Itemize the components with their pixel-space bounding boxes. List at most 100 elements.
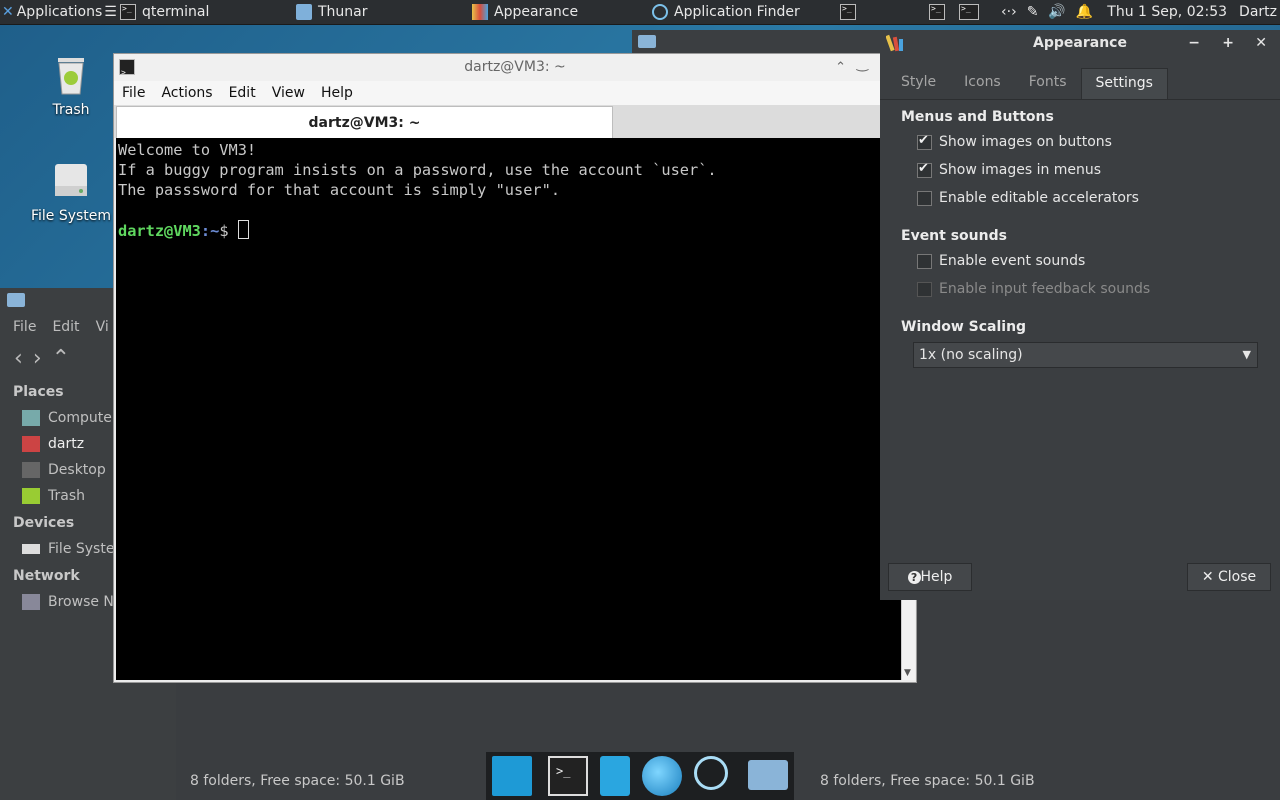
appearance-icon bbox=[885, 33, 906, 53]
close-icon: ✕ bbox=[1201, 569, 1219, 585]
tab-settings[interactable]: Settings bbox=[1080, 68, 1168, 100]
close-icon[interactable]: ✕ bbox=[1255, 30, 1267, 56]
task-application-finder[interactable]: Application Finder bbox=[646, 0, 834, 24]
up-icon[interactable]: ⌃ bbox=[52, 346, 70, 371]
network-icon[interactable]: ‹·› bbox=[1001, 4, 1017, 20]
sidebar-item-computer[interactable]: Compute bbox=[22, 410, 112, 426]
sidebar-item-trash[interactable]: Trash bbox=[22, 488, 85, 504]
fm-menu-file[interactable]: File bbox=[13, 319, 36, 335]
maximize-icon[interactable]: + bbox=[1222, 30, 1234, 56]
checkbox-checked[interactable] bbox=[917, 133, 932, 150]
input-feedback-sounds-option: Enable input feedback sounds bbox=[917, 281, 1150, 297]
user-name[interactable]: Dartz bbox=[1239, 4, 1277, 20]
applications-menu[interactable]: ✕ Applications ☰ bbox=[0, 0, 117, 24]
window-scaling-heading: Window Scaling bbox=[901, 319, 1027, 335]
terminal-icon[interactable]: >_ bbox=[548, 756, 588, 796]
workspace-switcher-icon[interactable] bbox=[959, 4, 980, 20]
menu-edit[interactable]: Edit bbox=[221, 85, 264, 101]
window-scaling-value: 1x (no scaling) bbox=[919, 347, 1023, 363]
task-terminal-extra[interactable] bbox=[834, 0, 868, 24]
task-appearance[interactable]: Appearance bbox=[466, 0, 646, 24]
terminal-window[interactable]: dartz@VM3: ~ ⌃ ‿ ✕ File Actions Edit Vie… bbox=[113, 53, 917, 683]
fm-menu-edit[interactable]: Edit bbox=[52, 319, 79, 335]
background-window-titlebar bbox=[632, 30, 880, 54]
option-label: Enable editable accelerators bbox=[939, 190, 1139, 206]
desktop-trash[interactable]: Trash bbox=[26, 52, 116, 118]
trash-icon bbox=[22, 488, 40, 504]
folder-icon[interactable] bbox=[748, 760, 788, 790]
sidebar-item-dartz[interactable]: dartz bbox=[22, 436, 84, 452]
file-system-label: File System bbox=[30, 208, 112, 224]
app-finder-icon[interactable] bbox=[694, 756, 728, 790]
places-heading: Places bbox=[13, 384, 64, 400]
sidebar-item-desktop[interactable]: Desktop bbox=[22, 462, 106, 478]
close-label: Close bbox=[1218, 569, 1257, 585]
sidebar-item-file-system[interactable]: File Syste bbox=[22, 541, 114, 557]
menus-buttons-heading: Menus and Buttons bbox=[901, 109, 1054, 125]
terminal-icon bbox=[120, 4, 136, 20]
file-manager-icon[interactable] bbox=[600, 756, 630, 796]
menu-help[interactable]: Help bbox=[313, 85, 361, 101]
volume-icon[interactable]: 🔊 bbox=[1048, 4, 1065, 20]
appearance-titlebar[interactable]: Appearance − + ✕ bbox=[880, 30, 1280, 58]
show-images-buttons-option[interactable]: Show images on buttons bbox=[917, 133, 1112, 150]
trash-icon bbox=[49, 52, 93, 96]
show-desktop-icon[interactable] bbox=[492, 756, 532, 796]
scroll-down-icon[interactable]: ▼ bbox=[904, 668, 911, 678]
menu-actions[interactable]: Actions bbox=[153, 85, 220, 101]
window-scaling-select[interactable]: 1x (no scaling) ▼ bbox=[913, 342, 1258, 368]
power-plug-icon[interactable]: ✎ bbox=[1027, 4, 1039, 20]
menu-view[interactable]: View bbox=[264, 85, 313, 101]
status-bar-left: 8 folders, Free space: 50.1 GiB bbox=[190, 773, 405, 789]
task-qterminal[interactable]: qterminal bbox=[114, 0, 290, 24]
text-cursor bbox=[237, 220, 249, 239]
appearance-dialog[interactable]: Appearance − + ✕ Style Icons Fonts Setti… bbox=[880, 30, 1280, 600]
minimize-icon[interactable]: − bbox=[1188, 30, 1200, 56]
drive-icon bbox=[22, 544, 40, 554]
forward-icon[interactable]: › bbox=[33, 346, 42, 371]
xfce-icon: ✕ bbox=[2, 4, 14, 20]
show-images-menus-option[interactable]: Show images in menus bbox=[917, 161, 1101, 178]
network-icon bbox=[22, 594, 40, 610]
back-icon[interactable]: ‹ bbox=[14, 346, 23, 371]
folder-icon bbox=[7, 293, 25, 307]
search-icon bbox=[652, 4, 668, 20]
terminal-tabbar: dartz@VM3: ~ bbox=[114, 105, 916, 138]
tab-divider bbox=[880, 99, 1280, 100]
drive-icon bbox=[49, 158, 93, 202]
tab-fonts[interactable]: Fonts bbox=[1015, 68, 1081, 100]
notification-bell-icon[interactable]: 🔔 bbox=[1076, 4, 1093, 20]
desktop-file-system[interactable]: File System bbox=[26, 158, 116, 224]
task-thunar[interactable]: Thunar bbox=[290, 0, 466, 24]
sidebar-item-label: Browse N bbox=[48, 594, 114, 610]
sidebar-item-label: File Syste bbox=[48, 541, 115, 557]
fm-menu-view[interactable]: Vi bbox=[96, 319, 109, 335]
event-sounds-option[interactable]: Enable event sounds bbox=[917, 253, 1085, 269]
close-button[interactable]: ✕ Close bbox=[1187, 563, 1271, 591]
task-label: Thunar bbox=[318, 4, 368, 20]
appearance-icon bbox=[472, 4, 488, 20]
computer-icon bbox=[22, 410, 40, 426]
terminal-titlebar[interactable]: dartz@VM3: ~ ⌃ ‿ ✕ bbox=[114, 51, 916, 86]
checkbox-checked[interactable] bbox=[917, 161, 932, 178]
clock[interactable]: Thu 1 Sep, 02:53 bbox=[1107, 4, 1227, 20]
terminal-tab[interactable]: dartz@VM3: ~ bbox=[116, 106, 613, 138]
checkbox-unchecked[interactable] bbox=[917, 253, 932, 269]
sidebar-item-browse-network[interactable]: Browse N bbox=[22, 594, 114, 610]
help-button[interactable]: ? Help bbox=[888, 563, 972, 591]
maximize-icon[interactable]: ⌃ bbox=[835, 54, 846, 81]
tab-style[interactable]: Style bbox=[887, 68, 950, 100]
minimize-icon[interactable]: ‿ bbox=[857, 51, 868, 78]
checkbox-unchecked[interactable] bbox=[917, 190, 932, 206]
terminal-icon bbox=[840, 4, 856, 20]
web-browser-icon[interactable] bbox=[642, 756, 682, 796]
editable-accelerators-option[interactable]: Enable editable accelerators bbox=[917, 190, 1139, 206]
terminal-prompt: dartz@VM3:~$ bbox=[118, 220, 901, 241]
sidebar-item-label: Trash bbox=[48, 488, 85, 504]
terminal-output[interactable]: Welcome to VM3! If a buggy program insist… bbox=[116, 138, 901, 680]
terminal-icon[interactable] bbox=[929, 4, 946, 20]
tab-icons[interactable]: Icons bbox=[950, 68, 1015, 100]
menu-file[interactable]: File bbox=[114, 85, 153, 101]
checkbox-disabled bbox=[917, 281, 932, 297]
devices-heading: Devices bbox=[13, 515, 75, 531]
